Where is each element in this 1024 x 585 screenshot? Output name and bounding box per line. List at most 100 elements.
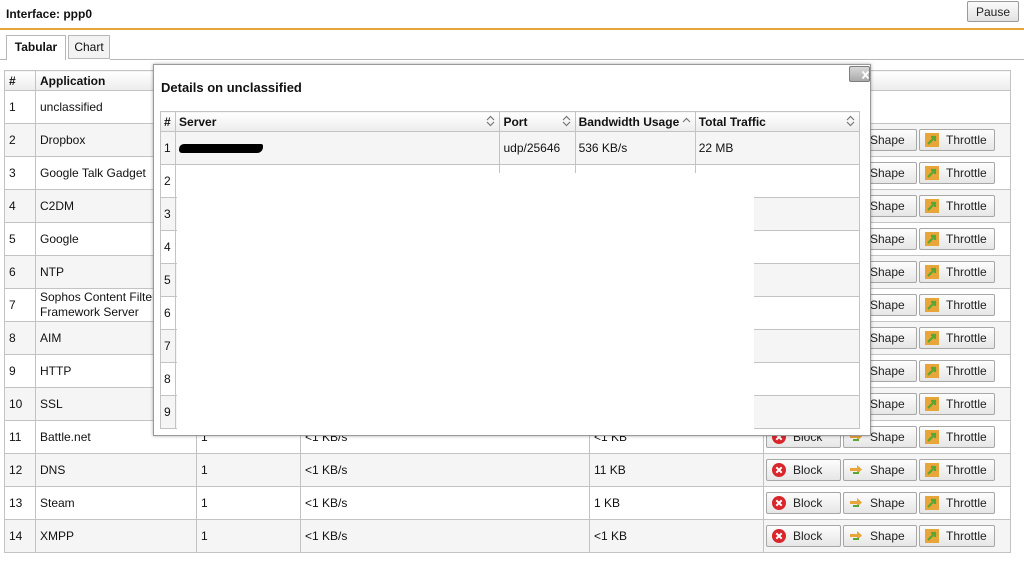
throttle-button[interactable]: Throttle [919,162,995,184]
row-number: 13 [4,486,36,520]
block-icon [772,496,786,510]
shape-button[interactable]: Shape [843,492,917,514]
details-row-number: 5 [159,263,177,297]
throttle-icon [925,265,939,279]
row-bandwidth: <1 KB/s [300,519,590,553]
throttle-icon [925,529,939,543]
details-row-number: 3 [159,197,177,231]
header-divider [0,28,1024,30]
row-actions: BlockShapeThrottle [763,453,1011,487]
column-header-number[interactable]: # [4,70,36,91]
row-number: 3 [4,156,36,190]
server-address-redacted [175,131,501,165]
tab-chart[interactable]: Chart [68,35,110,59]
details-column-traffic[interactable]: Total Traffic [694,111,861,132]
throttle-button[interactable]: Throttle [919,129,995,151]
row-traffic: 1 KB [589,486,764,520]
row-bandwidth: <1 KB/s [300,486,590,520]
throttle-button[interactable]: Throttle [919,393,995,415]
row-connections: 1 [196,453,301,487]
details-traffic: 22 MB [694,131,861,165]
details-dialog: Details on unclassified # Server Port Ba… [153,64,871,436]
throttle-icon [925,364,939,378]
details-header-row: # Server Port Bandwidth Usage Total Traf… [159,111,861,132]
details-bandwidth: 536 KB/s [574,131,696,165]
details-row-number: 8 [159,362,177,396]
close-button[interactable] [849,66,870,82]
row-number: 6 [4,255,36,289]
block-icon [772,463,786,477]
row-number: 2 [4,123,36,157]
row-number: 12 [4,453,36,487]
redaction-mark [179,144,264,154]
sort-ascending-icon [682,117,691,123]
block-button[interactable]: Block [766,459,841,481]
row-number: 5 [4,222,36,256]
throttle-button[interactable]: Throttle [919,426,995,448]
tab-tabular[interactable]: Tabular [6,35,66,60]
row-traffic: 11 KB [589,453,764,487]
shape-button[interactable]: Shape [843,525,917,547]
throttle-icon [925,166,939,180]
application-name: DNS [35,453,197,487]
application-name: XMPP [35,519,197,553]
shape-icon [850,465,862,474]
throttle-icon [925,430,939,444]
throttle-icon [925,298,939,312]
row-number: 11 [4,420,36,454]
application-name: Steam [35,486,197,520]
shape-icon [850,498,862,507]
details-row-number: 4 [159,230,177,264]
details-row-number: 1 [159,131,177,165]
pause-button[interactable]: Pause [967,1,1019,22]
throttle-button[interactable]: Throttle [919,261,995,283]
details-port: udp/25646 [499,131,576,165]
details-row-number: 6 [159,296,177,330]
throttle-button[interactable]: Throttle [919,294,995,316]
row-connections: 1 [196,519,301,553]
throttle-button[interactable]: Throttle [919,459,995,481]
row-number: 8 [4,321,36,355]
throttle-icon [925,232,939,246]
throttle-button[interactable]: Throttle [919,492,995,514]
details-row-number: 7 [159,329,177,363]
interface-title: Interface: ppp0 [6,7,93,21]
table-row[interactable]: 14 XMPP 1 <1 KB/s <1 KB Block Shape Throttle [4,519,1011,553]
throttle-button[interactable]: Throttle [919,327,995,349]
details-row-number: 2 [159,164,177,198]
shape-button[interactable]: Shape [843,459,917,481]
block-icon [772,529,786,543]
sort-icon [487,115,495,127]
details-column-number[interactable]: # [159,111,177,132]
throttle-button[interactable]: Throttle [919,360,995,382]
details-column-bandwidth[interactable]: Bandwidth Usage [574,111,696,132]
row-number: 9 [4,354,36,388]
row-bandwidth: <1 KB/s [300,453,590,487]
details-column-port[interactable]: Port [499,111,576,132]
table-row[interactable]: 12 DNS 1 <1 KB/s 11 KB Block Shape Throttle [4,453,1011,487]
block-button[interactable]: Block [766,525,841,547]
table-row[interactable]: 13 Steam 1 <1 KB/s 1 KB Block Shape Throttle [4,486,1011,520]
throttle-button[interactable]: Throttle [919,525,995,547]
row-number: 1 [4,90,36,124]
throttle-icon [925,133,939,147]
row-number: 14 [4,519,36,553]
sort-icon [562,115,570,127]
details-row[interactable]: 1 udp/25646 536 KB/s 22 MB [159,131,861,165]
details-column-server[interactable]: Server [175,111,501,132]
row-number: 7 [4,288,36,322]
row-connections: 1 [196,486,301,520]
shape-icon [850,531,862,540]
tab-baseline [0,59,6,60]
throttle-button[interactable]: Throttle [919,228,995,250]
block-button[interactable]: Block [766,492,841,514]
tab-baseline [110,59,1024,60]
row-number: 10 [4,387,36,421]
sort-icon [846,115,855,127]
throttle-button[interactable]: Throttle [919,195,995,217]
unrendered-area [177,173,754,429]
row-actions: BlockShapeThrottle [763,486,1011,520]
row-actions: BlockShapeThrottle [763,519,1011,553]
throttle-icon [925,397,939,411]
dialog-title: Details on unclassified [161,80,302,95]
